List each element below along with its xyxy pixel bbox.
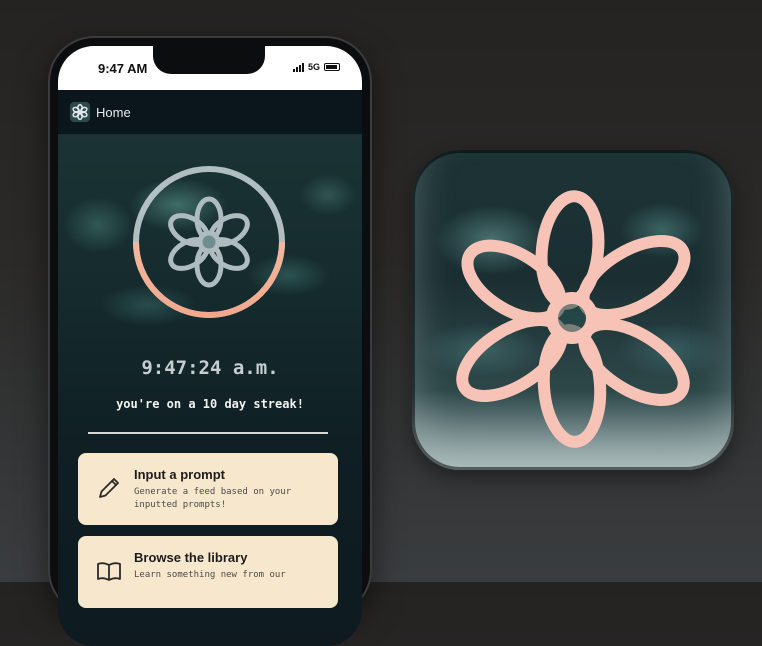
status-bar: 9:47 AM 5G (58, 46, 362, 90)
home-content: 9:47:24 a.m. you're on a 10 day streak! … (58, 135, 362, 646)
battery-icon (324, 63, 340, 71)
flower-logo-icon[interactable] (70, 102, 90, 122)
book-icon (97, 562, 121, 581)
phone-notch (153, 46, 265, 74)
input-prompt-card[interactable]: Input a prompt Generate a feed based on … (78, 453, 338, 525)
signal-icon (292, 62, 304, 72)
flower-icon (456, 190, 691, 448)
streak-message: you're on a 10 day streak! (116, 397, 304, 411)
pencil-icon (99, 478, 119, 498)
browse-library-card[interactable]: Browse the library Learn something new f… (78, 536, 338, 608)
card-description: Learn something new from our (134, 570, 286, 580)
clock-display: 9:47:24 a.m. (141, 357, 279, 379)
phone-mockup: 9:47 AM 5G Home 9:47:24 a.m. you're on a… (48, 36, 372, 646)
nav-title-home[interactable]: Home (96, 105, 131, 120)
status-icons: 5G (292, 62, 340, 72)
network-type: 5G (307, 62, 320, 72)
card-description: Generate a feed based on your inputted p… (134, 487, 292, 510)
phone-screen: 9:47 AM 5G Home 9:47:24 a.m. you're on a… (58, 46, 362, 646)
top-nav-bar: Home (58, 90, 362, 135)
app-icon (412, 150, 734, 470)
streak-progress-ring (133, 166, 285, 318)
card-title: Browse the library (134, 550, 248, 565)
status-time: 9:47 AM (98, 61, 148, 76)
section-divider (88, 432, 328, 434)
card-title: Input a prompt (134, 467, 225, 482)
flower-icon (168, 196, 250, 288)
